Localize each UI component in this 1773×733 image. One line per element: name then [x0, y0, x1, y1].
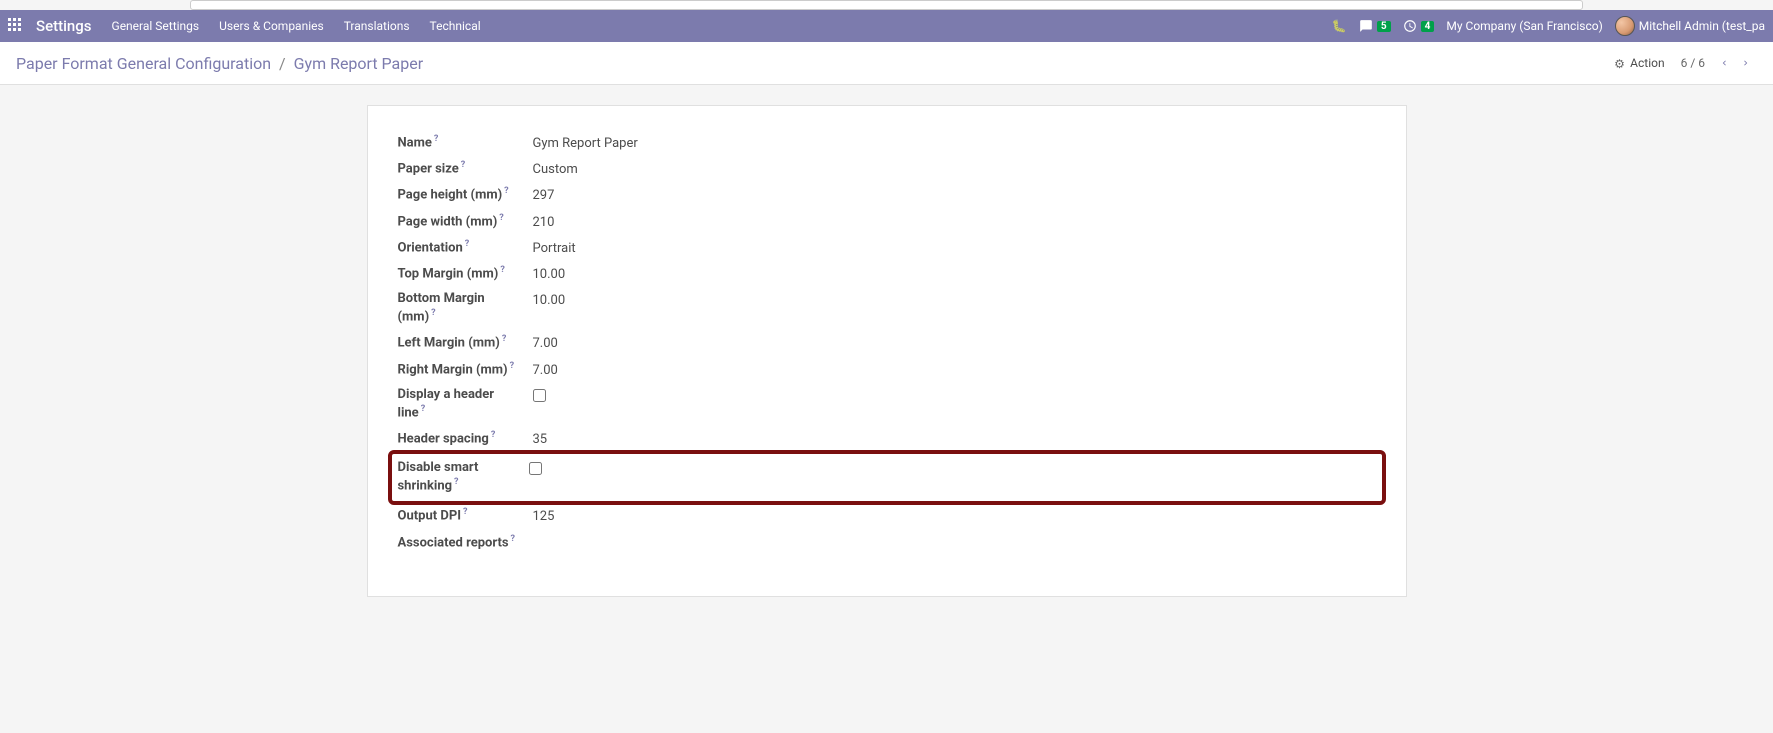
field-value[interactable]: 10.00: [527, 287, 1382, 330]
field-value[interactable]: Gym Report Paper: [527, 130, 1382, 156]
field-value[interactable]: [527, 383, 1382, 426]
pager-count[interactable]: 6 / 6: [1681, 56, 1705, 70]
form-row: Right Margin (mm)?7.00: [392, 357, 1382, 383]
debug-icon[interactable]: [1332, 19, 1347, 33]
help-icon[interactable]: ?: [491, 430, 495, 440]
help-icon[interactable]: ?: [454, 477, 458, 487]
field-value: [523, 456, 548, 499]
app-brand[interactable]: Settings: [36, 17, 92, 35]
field-label: Name?: [392, 130, 527, 156]
help-icon[interactable]: ?: [510, 361, 514, 371]
chat-icon: [1359, 19, 1373, 33]
breadcrumb-separator: /: [279, 54, 286, 73]
form-row: Name?Gym Report Paper: [392, 130, 1382, 156]
menu-general-settings[interactable]: General Settings: [112, 19, 200, 33]
field-value[interactable]: 7.00: [527, 330, 1382, 356]
field-value[interactable]: Custom: [527, 156, 1382, 182]
help-icon[interactable]: ?: [465, 239, 469, 249]
user-name: Mitchell Admin (test_pa: [1639, 19, 1765, 33]
action-label: Action: [1630, 56, 1664, 70]
checkbox-input[interactable]: [533, 389, 546, 402]
help-icon[interactable]: ?: [504, 186, 508, 196]
activities-badge: 4: [1421, 21, 1435, 32]
clock-icon: [1403, 19, 1417, 33]
field-value[interactable]: [527, 530, 1382, 556]
form-row: Disable smart shrinking?: [392, 452, 1382, 503]
field-label: Page width (mm)?: [392, 209, 527, 235]
apps-grid-icon[interactable]: [8, 18, 24, 34]
chevron-left-icon: [1719, 58, 1729, 68]
help-icon[interactable]: ?: [502, 334, 506, 344]
field-label: Output DPI?: [392, 503, 527, 529]
menu-users-companies[interactable]: Users & Companies: [219, 19, 324, 33]
form-row: Page width (mm)?210: [392, 209, 1382, 235]
avatar: [1615, 16, 1635, 36]
pager-prev[interactable]: [1713, 52, 1735, 74]
messages-indicator[interactable]: 5: [1359, 19, 1391, 33]
top-navbar: Settings General Settings Users & Compan…: [0, 10, 1773, 42]
field-label: Disable smart shrinking?: [396, 456, 523, 499]
form-table: Name?Gym Report PaperPaper size?CustomPa…: [392, 130, 1382, 556]
menu-technical[interactable]: Technical: [430, 19, 481, 33]
field-label: Page height (mm)?: [392, 182, 527, 208]
breadcrumb: Paper Format General Configuration / Gym…: [16, 54, 423, 73]
company-switcher[interactable]: My Company (San Francisco): [1446, 19, 1602, 33]
user-menu[interactable]: Mitchell Admin (test_pa: [1615, 16, 1765, 36]
form-row: Top Margin (mm)?10.00: [392, 261, 1382, 287]
form-row: Paper size?Custom: [392, 156, 1382, 182]
form-row: Bottom Margin (mm)?10.00: [392, 287, 1382, 330]
field-value[interactable]: 35: [527, 426, 1382, 452]
field-label: Display a header line?: [392, 383, 527, 426]
field-label: Bottom Margin (mm)?: [392, 287, 527, 330]
breadcrumb-parent[interactable]: Paper Format General Configuration: [16, 54, 271, 73]
help-icon[interactable]: ?: [499, 213, 503, 223]
form-row: Associated reports?: [392, 530, 1382, 556]
activities-indicator[interactable]: 4: [1403, 19, 1435, 33]
pager-next[interactable]: [1735, 52, 1757, 74]
chevron-right-icon: [1741, 58, 1751, 68]
help-icon[interactable]: ?: [511, 534, 515, 544]
field-value[interactable]: 7.00: [527, 357, 1382, 383]
form-row: Output DPI?125: [392, 503, 1382, 529]
field-label: Right Margin (mm)?: [392, 357, 527, 383]
menu-translations[interactable]: Translations: [344, 19, 410, 33]
messages-badge: 5: [1377, 21, 1391, 32]
field-value[interactable]: 210: [527, 209, 1382, 235]
breadcrumb-bar: Paper Format General Configuration / Gym…: [0, 42, 1773, 85]
field-value[interactable]: 125: [527, 503, 1382, 529]
field-label: Paper size?: [392, 156, 527, 182]
bug-icon: [1332, 19, 1347, 33]
form-row: Left Margin (mm)?7.00: [392, 330, 1382, 356]
highlighted-row: Disable smart shrinking?: [388, 450, 1386, 505]
breadcrumb-current: Gym Report Paper: [294, 54, 424, 73]
field-value[interactable]: 297: [527, 182, 1382, 208]
help-icon[interactable]: ?: [500, 265, 504, 275]
checkbox-input[interactable]: [529, 462, 542, 475]
browser-url-strip: [190, 0, 1583, 10]
field-value[interactable]: 10.00: [527, 261, 1382, 287]
form-sheet: Name?Gym Report PaperPaper size?CustomPa…: [367, 105, 1407, 597]
field-label: Left Margin (mm)?: [392, 330, 527, 356]
field-label: Header spacing?: [392, 426, 527, 452]
form-row: Display a header line?: [392, 383, 1382, 426]
field-label: Orientation?: [392, 235, 527, 261]
form-row: Header spacing?35: [392, 426, 1382, 452]
gear-icon: [1614, 57, 1626, 69]
field-label: Top Margin (mm)?: [392, 261, 527, 287]
help-icon[interactable]: ?: [431, 308, 435, 318]
field-value[interactable]: Portrait: [527, 235, 1382, 261]
help-icon[interactable]: ?: [434, 134, 438, 144]
action-dropdown[interactable]: Action: [1614, 56, 1664, 70]
help-icon[interactable]: ?: [463, 507, 467, 517]
content-area: Name?Gym Report PaperPaper size?CustomPa…: [0, 85, 1773, 617]
help-icon[interactable]: ?: [461, 160, 465, 170]
help-icon[interactable]: ?: [421, 404, 425, 414]
form-row: Orientation?Portrait: [392, 235, 1382, 261]
form-row: Page height (mm)?297: [392, 182, 1382, 208]
field-label: Associated reports?: [392, 530, 527, 556]
